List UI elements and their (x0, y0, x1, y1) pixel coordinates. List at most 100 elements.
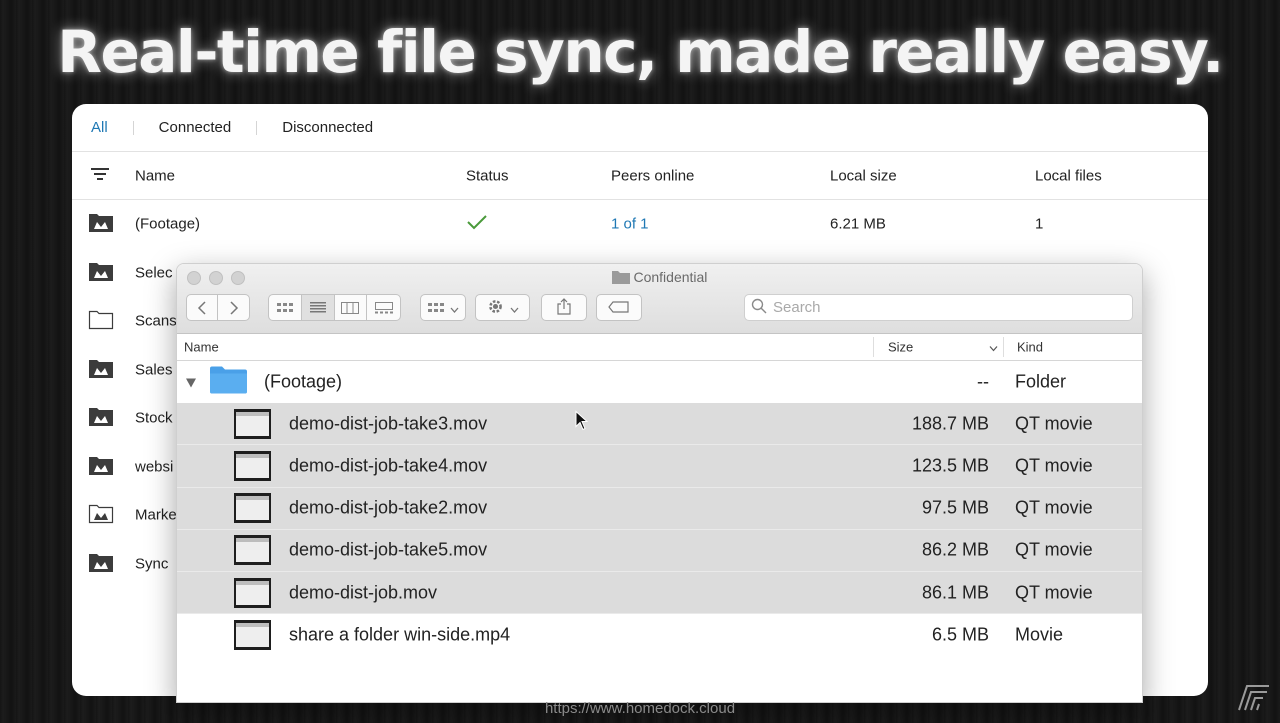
shared-folder-icon (88, 454, 114, 480)
file-name: demo-dist-job.mov (289, 582, 438, 603)
file-size: -- (977, 371, 989, 392)
window-title-text: Confidential (633, 269, 708, 285)
column-size[interactable]: Size (888, 340, 913, 355)
tags-button[interactable] (596, 294, 642, 321)
peers-online-value[interactable]: 1 of 1 (611, 216, 649, 233)
file-name: share a folder win-side.mp4 (289, 624, 511, 645)
column-name[interactable]: Name (135, 167, 175, 184)
file-size: 188.7 MB (911, 413, 989, 434)
folder-name: Scans (135, 312, 177, 330)
file-size: 86.1 MB (921, 582, 989, 603)
tab-all[interactable]: All (91, 119, 108, 136)
share-icon (557, 297, 571, 318)
file-row[interactable]: demo-dist-job-take2.mov 97.5 MB QT movie (177, 487, 1142, 530)
mouse-pointer-icon (575, 410, 589, 435)
footer-url: https://www.homedock.cloud (544, 700, 736, 717)
video-thumbnail-icon (234, 577, 271, 608)
file-kind: QT movie (1015, 582, 1093, 603)
chevron-down-icon (989, 340, 998, 355)
file-size: 86.2 MB (921, 539, 989, 560)
shared-folder-icon (88, 405, 114, 431)
file-row[interactable]: demo-dist-job-take3.mov 188.7 MB QT movi… (177, 403, 1142, 446)
file-kind: Movie (1015, 624, 1064, 645)
search-field[interactable]: Search (744, 294, 1133, 321)
shared-folder-outline-icon (88, 502, 114, 528)
shared-folder-icon (88, 211, 114, 237)
folder-outline-icon (88, 308, 114, 334)
table-header: Name Status Peers online Local size Loca… (72, 152, 1208, 200)
column-name[interactable]: Name (184, 340, 219, 355)
shared-folder-icon (88, 357, 114, 383)
gallery-view-button[interactable] (367, 295, 400, 320)
file-name: demo-dist-job-take3.mov (289, 413, 488, 434)
file-size: 97.5 MB (921, 497, 989, 518)
gear-icon (487, 298, 504, 318)
folder-name: Marke (135, 506, 177, 524)
tag-icon (608, 300, 630, 316)
file-kind: Folder (1015, 371, 1067, 392)
finder-titlebar: Confidential Search (177, 264, 1142, 334)
column-divider (873, 337, 874, 357)
tab-divider (256, 120, 258, 135)
file-row[interactable]: demo-dist-job.mov 86.1 MB QT movie (177, 571, 1142, 615)
file-name: demo-dist-job-take5.mov (289, 539, 488, 560)
chevron-down-icon (450, 300, 459, 316)
column-kind[interactable]: Kind (1017, 340, 1043, 355)
disclosure-triangle-icon[interactable] (186, 372, 196, 393)
column-peers-online[interactable]: Peers online (611, 167, 694, 184)
back-button[interactable] (187, 295, 219, 320)
file-name: demo-dist-job-take4.mov (289, 455, 488, 476)
filter-icon[interactable] (91, 167, 109, 185)
shared-folder-icon (88, 551, 114, 577)
filter-tabs: All Connected Disconnected (72, 104, 1208, 152)
tab-disconnected[interactable]: Disconnected (282, 119, 373, 136)
forward-button[interactable] (218, 295, 249, 320)
file-kind: QT movie (1015, 539, 1093, 560)
brand-logo-icon (1237, 682, 1271, 712)
file-row[interactable]: demo-dist-job-take5.mov 86.2 MB QT movie (177, 529, 1142, 572)
tab-connected[interactable]: Connected (159, 119, 232, 136)
folder-row[interactable]: (Footage) -- Folder (177, 361, 1142, 403)
folder-row[interactable]: (Footage) 1 of 1 6.21 MB 1 (72, 200, 1208, 249)
folder-name: websi (135, 458, 174, 476)
folder-icon (210, 366, 247, 399)
video-thumbnail-icon (234, 408, 271, 439)
column-view-button[interactable] (335, 295, 368, 320)
search-placeholder: Search (773, 299, 821, 316)
share-button[interactable] (541, 294, 587, 321)
view-mode-buttons (268, 294, 401, 321)
folder-name: (Footage) (135, 215, 201, 233)
column-status[interactable]: Status (466, 167, 509, 184)
file-row[interactable]: demo-dist-job-take4.mov 123.5 MB QT movi… (177, 445, 1142, 488)
headline: Real-time file sync, made really easy. (57, 18, 1224, 86)
finder-window: Confidential Search Name Size Kind (Foot… (176, 263, 1143, 703)
chevron-down-icon (510, 300, 519, 316)
column-local-files[interactable]: Local files (1035, 167, 1102, 184)
shared-folder-icon (88, 260, 114, 286)
local-size-value: 6.21 MB (830, 215, 886, 233)
file-name: (Footage) (264, 371, 343, 392)
file-row[interactable]: share a folder win-side.mp4 6.5 MB Movie (177, 614, 1142, 656)
folder-name: Sales (135, 361, 173, 379)
file-kind: QT movie (1015, 455, 1093, 476)
group-by-button[interactable] (420, 294, 466, 321)
column-local-size[interactable]: Local size (830, 167, 897, 184)
video-thumbnail-icon (234, 620, 271, 651)
video-thumbnail-icon (234, 535, 271, 566)
finder-column-header: Name Size Kind (177, 334, 1142, 361)
folder-name: Stock (135, 409, 173, 427)
file-size: 123.5 MB (911, 455, 989, 476)
video-thumbnail-icon (234, 493, 271, 524)
list-view-button[interactable] (301, 295, 335, 320)
file-name: demo-dist-job-take2.mov (289, 497, 488, 518)
checkmark-icon (466, 214, 488, 234)
action-menu-button[interactable] (475, 294, 530, 321)
tab-divider (132, 120, 134, 135)
file-size: 6.5 MB (931, 624, 989, 645)
group-icon (427, 300, 444, 316)
icon-view-button[interactable] (269, 295, 302, 320)
window-title: Confidential (177, 269, 1142, 285)
folder-name: Selec (135, 264, 173, 282)
column-divider (1003, 337, 1004, 357)
search-icon (751, 298, 767, 318)
